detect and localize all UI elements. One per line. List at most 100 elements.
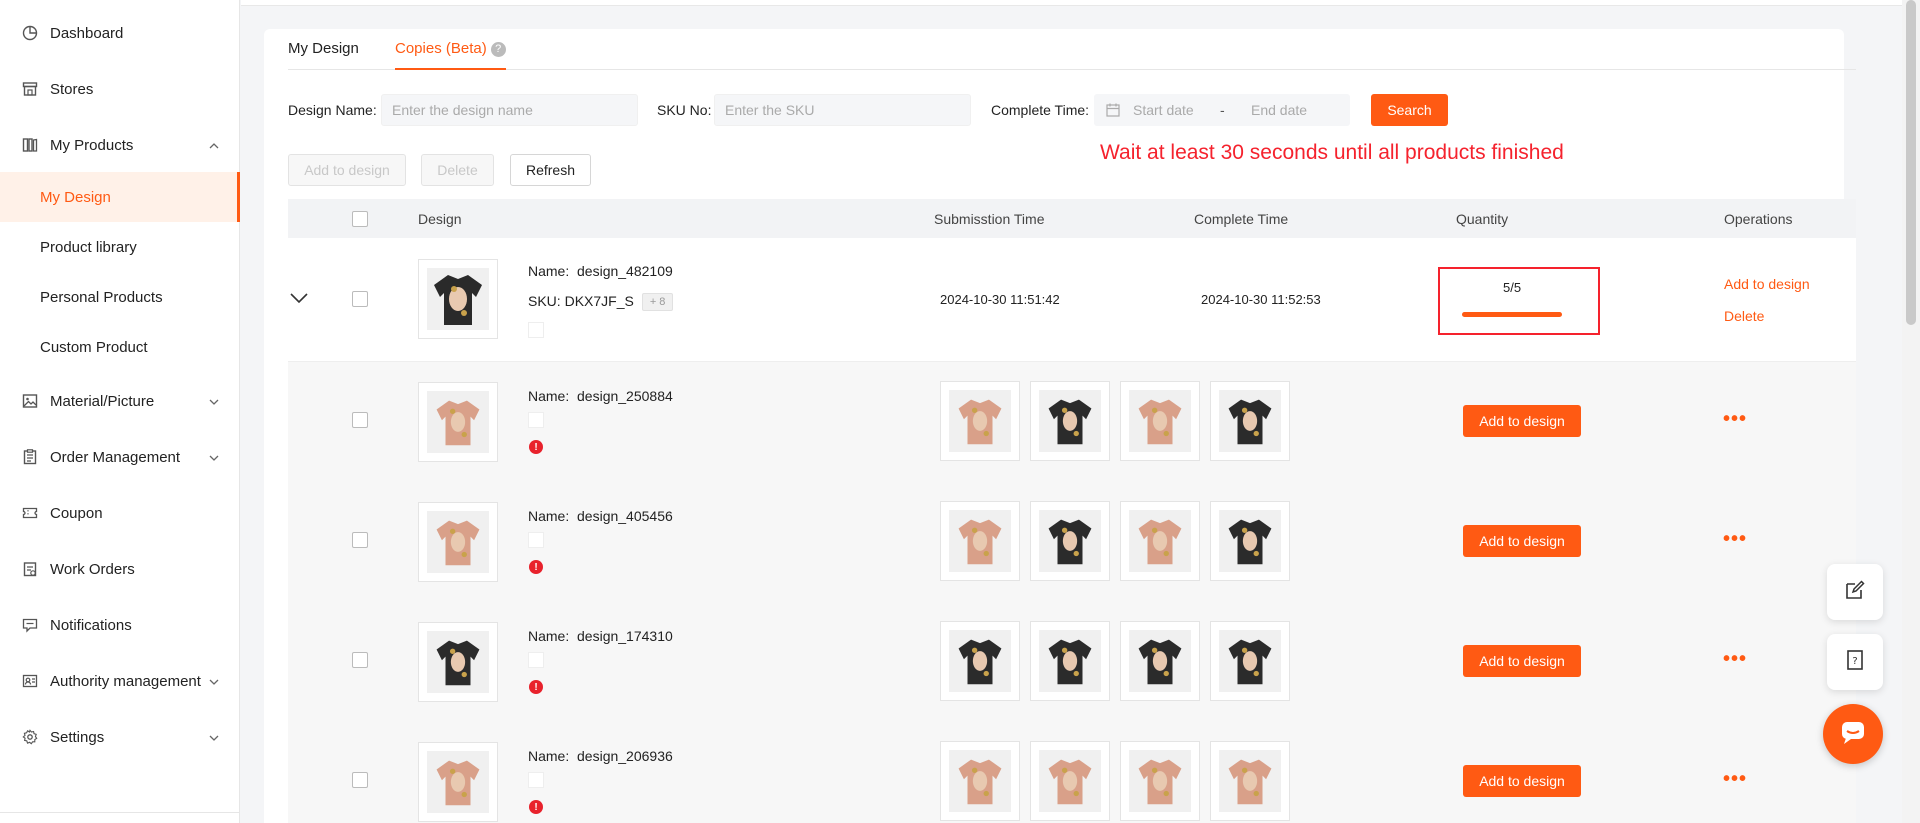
top-bar [241,0,1920,6]
shirt-image-icon [427,391,489,453]
help-icon[interactable]: ? [490,41,506,57]
chevron-down-icon[interactable] [290,291,308,309]
more-options-icon[interactable]: ••• [1723,528,1747,551]
add-to-design-button[interactable]: Add to design [1463,645,1581,677]
design-name: Name: design_206936 [528,748,673,764]
more-options-icon[interactable]: ••• [1723,648,1747,671]
add-to-design-link[interactable]: Add to design [1724,276,1810,292]
variant-thumbnail[interactable] [940,381,1020,461]
add-to-design-bulk-button[interactable]: Add to design [288,154,406,186]
design-thumbnail[interactable] [418,382,498,462]
shirt-image-icon [949,630,1011,692]
sidebar-subitem-product-library[interactable]: Product library [0,222,240,272]
sidebar-item-work-orders[interactable]: Work Orders [0,544,240,594]
add-to-design-button[interactable]: Add to design [1463,405,1581,437]
sku-input[interactable] [714,94,971,126]
sidebar: Dashboard Stores My Products My Design P… [0,0,240,823]
variant-thumbnail[interactable] [1210,741,1290,821]
design-name-input[interactable] [381,94,638,126]
row-checkbox[interactable] [352,652,368,668]
design-name-label: Design Name: [288,102,377,118]
sidebar-item-order-management[interactable]: Order Management [0,432,240,482]
sidebar-item-material-picture[interactable]: Material/Picture [0,376,240,426]
order-icon [22,449,38,465]
more-options-icon[interactable]: ••• [1723,768,1747,791]
svg-text:?: ? [1852,656,1857,667]
variant-thumbnail[interactable] [1120,501,1200,581]
shirt-image-icon [1219,510,1281,572]
row-checkbox[interactable] [352,291,368,307]
row-checkbox[interactable] [352,412,368,428]
coupon-icon [22,505,38,521]
date-range-picker[interactable]: Start date - End date [1094,94,1350,126]
sidebar-item-my-products[interactable]: My Products [0,120,240,170]
shirt-image-icon [1129,630,1191,692]
sidebar-item-notifications[interactable]: Notifications [0,600,240,650]
edit-float-button[interactable] [1827,564,1883,620]
variant-thumbnail[interactable] [940,621,1020,701]
sidebar-subitem-my-design[interactable]: My Design [0,172,240,222]
quantity-value: 5/5 [1503,280,1522,295]
variant-thumbnail[interactable] [1120,621,1200,701]
more-options-icon[interactable]: ••• [1723,408,1747,431]
add-to-design-button[interactable]: Add to design [1463,765,1581,797]
shirt-image-icon [1039,630,1101,692]
search-button[interactable]: Search [1371,94,1448,126]
row-checkbox[interactable] [352,532,368,548]
calendar-icon [1106,103,1120,120]
error-icon: ! [529,680,543,694]
chat-button[interactable] [1823,704,1883,764]
sku-label: SKU No: [657,102,712,118]
sidebar-item-coupon[interactable]: Coupon [0,488,240,538]
edit-icon [1844,579,1866,606]
variant-thumbnail[interactable] [1030,741,1110,821]
sidebar-item-authority-management[interactable]: Authority management [0,656,240,706]
start-date-input[interactable]: Start date [1133,102,1194,118]
variant-thumbnail[interactable] [940,501,1020,581]
sku-more-badge[interactable]: + 8 [641,293,674,311]
shirt-image-icon [1129,390,1191,452]
scrollbar-thumb[interactable] [1906,0,1916,325]
variant-thumbnail[interactable] [1120,741,1200,821]
column-header-design: Design [418,211,462,227]
variant-thumbnail[interactable] [1210,621,1290,701]
guide-float-button[interactable]: ? [1827,634,1883,690]
design-thumbnail[interactable] [418,502,498,582]
design-thumbnail[interactable] [418,259,498,339]
design-name: Name: design_174310 [528,628,673,644]
end-date-input[interactable]: End date [1251,102,1307,118]
variant-thumbnail[interactable] [1030,381,1110,461]
shirt-image-icon [949,510,1011,572]
select-all-checkbox[interactable] [352,211,368,227]
sidebar-item-label: My Products [50,136,134,154]
variant-thumbnail[interactable] [1030,501,1110,581]
chevron-down-icon [208,675,220,687]
scrollbar[interactable] [1902,0,1920,823]
variant-thumbnail[interactable] [940,741,1020,821]
sidebar-item-settings[interactable]: Settings [0,712,240,762]
sidebar-item-stores[interactable]: Stores [0,64,240,114]
quantity-progress-fill [1462,312,1562,317]
add-to-design-button[interactable]: Add to design [1463,525,1581,557]
table-row [288,238,1856,362]
sidebar-item-dashboard[interactable]: Dashboard [0,8,240,58]
sidebar-subitem-custom-product[interactable]: Custom Product [0,322,240,372]
design-thumbnail[interactable] [418,742,498,822]
placeholder-box [528,772,544,788]
sidebar-item-label: Order Management [50,448,181,466]
error-icon: ! [529,440,543,454]
variant-thumbnail[interactable] [1210,501,1290,581]
variant-thumbnail[interactable] [1030,621,1110,701]
refresh-button[interactable]: Refresh [510,154,591,186]
row-checkbox[interactable] [352,772,368,788]
delete-link[interactable]: Delete [1724,308,1764,324]
placeholder-box [528,652,544,668]
tab-my-design[interactable]: My Design [288,40,359,70]
variant-thumbnail[interactable] [1120,381,1200,461]
variant-thumbnail[interactable] [1210,381,1290,461]
shirt-image-icon [1129,750,1191,812]
delete-bulk-button[interactable]: Delete [421,154,494,186]
tab-copies-beta[interactable]: Copies (Beta)? [395,40,506,70]
design-thumbnail[interactable] [418,622,498,702]
sidebar-subitem-personal-products[interactable]: Personal Products [0,272,240,322]
